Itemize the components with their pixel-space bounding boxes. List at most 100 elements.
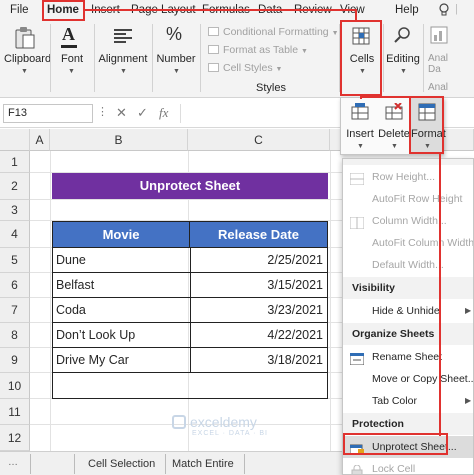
name-box[interactable]: F13 xyxy=(3,104,93,123)
chevron-down-icon: ▼ xyxy=(400,68,407,75)
tab-formulas[interactable]: Formulas xyxy=(202,2,250,19)
number-group[interactable]: % Number ▼ xyxy=(154,20,198,98)
row-header[interactable]: 7 xyxy=(0,298,30,323)
cancel-icon[interactable]: ✕ xyxy=(116,105,127,121)
column-header-a[interactable]: A xyxy=(30,129,50,151)
tab-page-layout[interactable]: Page Layout xyxy=(131,2,196,19)
chevron-down-icon: ▼ xyxy=(173,68,180,75)
tab-insert[interactable]: Insert xyxy=(91,2,120,19)
cells-button[interactable]: Cells ▼ xyxy=(343,20,381,98)
movie-cell[interactable]: Don’t Look Up xyxy=(56,328,135,342)
conditional-formatting-button[interactable]: Conditional Formatting ▼ xyxy=(208,23,339,41)
insert-button[interactable]: Insert ▼ xyxy=(343,98,377,154)
name-box-dropdown-icon[interactable]: ⋮ xyxy=(97,105,108,118)
alignment-group[interactable]: Alignment ▼ xyxy=(96,20,150,98)
formula-input[interactable] xyxy=(180,104,340,123)
analysis-group-label: Anal xyxy=(428,82,449,93)
format-button[interactable]: Format ▼ xyxy=(411,98,446,154)
row-height-icon xyxy=(349,171,365,186)
chevron-down-icon: ▼ xyxy=(120,68,127,75)
row-header[interactable]: 3 xyxy=(0,200,30,221)
delete-button[interactable]: Delete ▼ xyxy=(377,98,411,154)
format-label: Format xyxy=(411,128,446,140)
select-all-corner[interactable] xyxy=(0,129,30,151)
organize-sheets-section-header: Organize Sheets xyxy=(343,323,473,345)
table-header-release-date[interactable]: Release Date xyxy=(190,222,327,248)
rename-sheet-label: Rename Sheet xyxy=(372,351,443,363)
lock-icon xyxy=(350,463,364,474)
menu-item-column-width[interactable]: Column Width... xyxy=(343,210,473,232)
sheet-tab-cell-selection[interactable]: Cell Selection xyxy=(78,454,167,474)
format-dropdown-menu: Row Height... AutoFit Row Height Column … xyxy=(342,158,474,475)
percent-icon: % xyxy=(166,24,183,44)
date-cell[interactable]: 2/25/2021 xyxy=(267,253,323,267)
table-header-movie[interactable]: Movie xyxy=(53,222,190,248)
menu-item-autofit-row-height[interactable]: AutoFit Row Height xyxy=(343,188,473,210)
alignment-label: Alignment xyxy=(98,53,148,65)
menu-item-move-copy-sheet[interactable]: Move or Copy Sheet... xyxy=(343,368,473,390)
menu-item-row-height[interactable]: Row Height... xyxy=(343,166,473,188)
cell-border xyxy=(190,323,191,348)
table-row: Coda 3/23/2021 xyxy=(53,298,327,323)
font-group[interactable]: A Font ▼ xyxy=(52,20,92,98)
divider xyxy=(383,24,384,92)
insert-function-button[interactable]: fx xyxy=(159,105,168,121)
movie-cell[interactable]: Dune xyxy=(56,253,86,267)
menu-item-autofit-column-width[interactable]: AutoFit Column Width xyxy=(343,232,473,254)
sheet-title-cell[interactable]: Unprotect Sheet xyxy=(52,173,328,199)
row-header[interactable]: 2 xyxy=(0,173,30,200)
menu-item-lock-cell[interactable]: Lock Cell xyxy=(343,458,473,475)
sheet-tab-match-entire[interactable]: Match Entire xyxy=(162,454,245,474)
tab-home[interactable]: Home xyxy=(47,2,79,19)
table-row: Belfast 3/15/2021 xyxy=(53,273,327,298)
row-header[interactable]: 10 xyxy=(0,373,30,399)
menu-top-strip xyxy=(343,159,473,165)
font-label: Font xyxy=(60,53,83,65)
row-header[interactable]: 12 xyxy=(0,425,30,451)
align-icon xyxy=(114,28,132,49)
enter-icon[interactable]: ✓ xyxy=(137,105,148,121)
movie-cell[interactable]: Belfast xyxy=(56,278,94,292)
menu-item-unprotect-sheet[interactable]: Unprotect Sheet... xyxy=(343,436,473,458)
date-cell[interactable]: 3/15/2021 xyxy=(267,278,323,292)
lock-cell-label: Lock Cell xyxy=(372,463,416,475)
analyze-data-button[interactable]: Anal Da Anal xyxy=(426,20,456,98)
tab-view[interactable]: View xyxy=(340,2,365,19)
divider xyxy=(50,24,51,92)
row-header[interactable]: 8 xyxy=(0,323,30,348)
watermark-text: exceldemy xyxy=(190,414,257,430)
clipboard-group[interactable]: Clipboard ▼ xyxy=(0,20,51,98)
row-header[interactable]: 1 xyxy=(0,151,30,173)
menu-item-hide-unhide[interactable]: Hide & Unhide ▶ xyxy=(343,300,473,322)
date-cell[interactable]: 3/18/2021 xyxy=(267,353,323,367)
default-width-label: Default Width... xyxy=(372,259,444,271)
number-label: Number xyxy=(156,53,196,65)
row-header[interactable]: 11 xyxy=(0,399,30,425)
date-cell[interactable]: 4/22/2021 xyxy=(267,328,323,342)
styles-group: Conditional Formatting ▼ Format as Table… xyxy=(202,20,339,98)
movie-cell[interactable]: Coda xyxy=(56,303,86,317)
insert-cells-icon xyxy=(351,103,369,126)
watermark-logo-icon xyxy=(172,415,186,429)
row-header[interactable]: 4 xyxy=(0,221,30,248)
row-header[interactable]: 5 xyxy=(0,248,30,273)
tab-data[interactable]: Data xyxy=(258,2,282,19)
tab-help[interactable]: Help xyxy=(395,2,419,19)
row-header[interactable]: 9 xyxy=(0,348,30,373)
column-header-b[interactable]: B xyxy=(50,129,188,151)
table-row: Drive My Car 3/18/2021 xyxy=(53,348,327,373)
menu-item-rename-sheet[interactable]: Rename Sheet xyxy=(343,346,473,368)
menu-item-tab-color[interactable]: Tab Color ▶ xyxy=(343,390,473,412)
column-header-c[interactable]: C xyxy=(188,129,330,151)
menu-item-default-width[interactable]: Default Width... xyxy=(343,254,473,276)
sheet-nav-icon[interactable]: … xyxy=(8,457,18,468)
editing-button[interactable]: Editing ▼ xyxy=(385,20,421,98)
row-header[interactable]: 6 xyxy=(0,273,30,298)
tab-review[interactable]: Review xyxy=(294,2,332,19)
format-as-table-button[interactable]: Format as Table ▼ xyxy=(208,41,308,59)
cell-styles-button[interactable]: Cell Styles ▼ xyxy=(208,59,282,77)
cells-icon xyxy=(352,27,370,50)
tab-file[interactable]: File xyxy=(10,2,29,19)
date-cell[interactable]: 3/23/2021 xyxy=(267,303,323,317)
movie-cell[interactable]: Drive My Car xyxy=(56,353,129,367)
